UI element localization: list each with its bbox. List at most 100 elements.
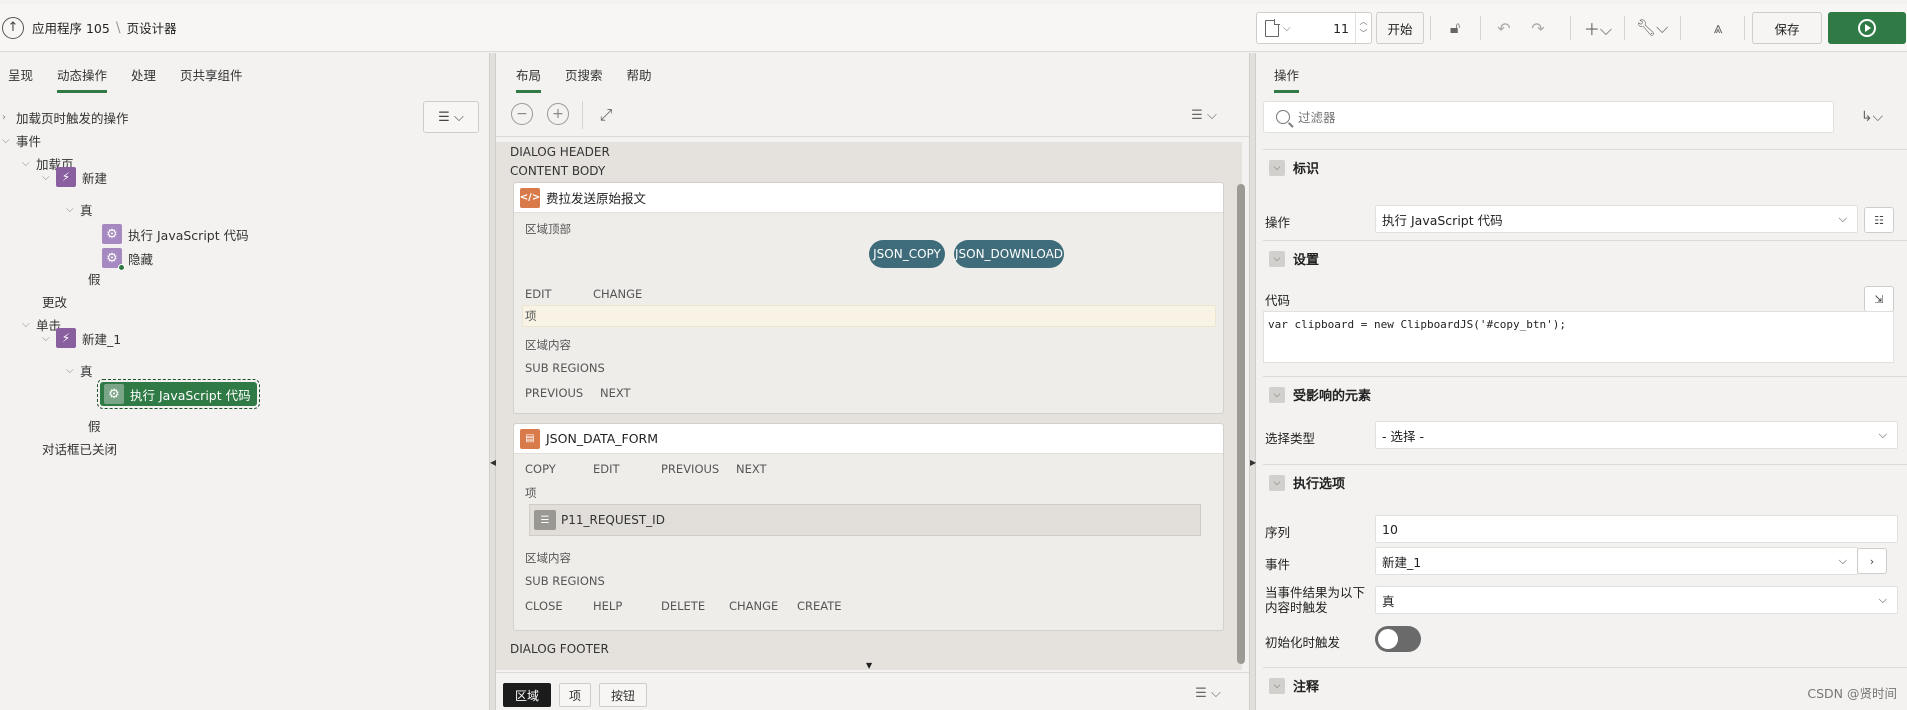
page-number-input[interactable]: 11 — [1333, 21, 1349, 36]
region-raw-message[interactable]: </> 费拉发送原始报文 区域顶部 JSON_COPY JSON_DOWNLOA… — [513, 182, 1224, 414]
gear-icon: ⚙ — [102, 248, 125, 271]
tree-node-action-js-selected[interactable]: ⚙ 执行 JavaScript 代码 — [97, 379, 260, 409]
sub-regions-label: SUB REGIONS — [525, 574, 605, 588]
tree-node-true-2[interactable]: ⌵ 真 — [66, 359, 93, 381]
tree-node-on-load-actions[interactable]: › 加载页时触发的操作 — [2, 106, 129, 128]
chevron-down-icon[interactable]: ⌵ — [42, 172, 56, 183]
fire-when-label: 当事件结果为以下 内容时触发 — [1265, 585, 1366, 615]
left-splitter[interactable]: ◀ — [489, 53, 496, 710]
chevron-down-icon: ⌵ — [1878, 593, 1887, 606]
tree-menu-button[interactable]: ☰ ⌵ — [423, 101, 479, 133]
tree-node-da-new[interactable]: ⌵ ⚡︎ 新建 — [42, 164, 107, 190]
section-execution-options[interactable]: ⌵ 执行选项 — [1263, 464, 1907, 500]
action-select[interactable]: 执行 JavaScript 代码 ⌵ — [1375, 205, 1858, 233]
tab-rendering[interactable]: 呈现 — [8, 65, 33, 93]
fire-on-init-toggle[interactable] — [1375, 626, 1421, 652]
chevron-down-icon[interactable]: ⌵ — [66, 365, 80, 376]
tree-node-da-new-1[interactable]: ⌵ ⚡︎ 新建_1 — [42, 325, 121, 351]
collapse-icon[interactable]: ⌵ — [1269, 159, 1285, 176]
tab-items[interactable]: 项 — [559, 683, 591, 707]
sequence-input[interactable]: 10 — [1375, 515, 1898, 543]
tab-processing[interactable]: 处理 — [131, 65, 156, 93]
tab-dynamic-actions[interactable]: 动态操作 — [57, 65, 108, 93]
collapse-icon[interactable]: ⌵ — [1269, 386, 1285, 403]
tree-node-false-2[interactable]: 假 — [88, 414, 101, 436]
tab-layout[interactable]: 布局 — [516, 65, 542, 93]
chevron-down-icon[interactable]: ⌵ — [66, 204, 80, 215]
code-editor[interactable]: var clipboard = new ClipboardJS('#copy_b… — [1263, 311, 1894, 363]
breadcrumb-app[interactable]: 应用程序 105 — [32, 18, 110, 37]
chevron-down-icon[interactable]: ⌵ — [2, 135, 16, 146]
up-arrow-icon[interactable]: ↑ — [2, 16, 24, 39]
go-button[interactable]: 开始 — [1376, 12, 1424, 44]
tree-node-dialog-closed[interactable]: 对话框已关闭 — [42, 437, 117, 459]
tab-buttons[interactable]: 按钮 — [599, 683, 647, 707]
redo-icon[interactable]: ↷ — [1524, 12, 1552, 44]
canvas-scrollbar[interactable] — [1237, 184, 1245, 664]
chevron-right-icon[interactable]: › — [1857, 548, 1887, 574]
section-identification[interactable]: ⌵ 标识 — [1263, 149, 1907, 185]
zoom-out-icon[interactable]: − — [511, 103, 533, 125]
chevron-down-icon[interactable]: ⌵ — [22, 158, 36, 169]
tab-shared-components[interactable]: 页共享组件 — [180, 65, 243, 93]
dialog-header-label: DIALOG HEADER — [510, 145, 610, 159]
selection-type-select[interactable]: - 选择 - ⌵ — [1375, 421, 1898, 449]
chevron-down-icon[interactable]: ⌵ — [1283, 23, 1291, 34]
section-settings[interactable]: ⌵ 设置 — [1263, 240, 1907, 276]
tree-node-change[interactable]: 更改 — [42, 290, 67, 312]
shared-components-icon[interactable]: ⩓ — [1704, 12, 1732, 44]
layout-canvas: DIALOG HEADER CONTENT BODY </> 费拉发送原始报文 … — [496, 142, 1242, 670]
item-p11-request-id[interactable]: ☰ P11_REQUEST_ID — [529, 504, 1201, 536]
region-content-label: 区域内容 — [525, 551, 571, 565]
items-drop-zone[interactable] — [522, 305, 1216, 327]
collapse-icon[interactable]: ⌵ — [1269, 677, 1285, 694]
json-download-button[interactable]: JSON_DOWNLOAD — [954, 240, 1064, 268]
right-splitter[interactable]: ▶ — [1249, 53, 1256, 710]
code-editor-icon[interactable]: ⇲ — [1864, 286, 1894, 312]
fire-when-select[interactable]: 真 ⌵ — [1375, 586, 1898, 614]
expand-icon[interactable]: ⤢ — [595, 99, 617, 131]
collapse-icon[interactable]: ⌵ — [1269, 474, 1285, 491]
lock-icon[interactable]: 🔓︎ — [1440, 12, 1470, 44]
selection-type-label: 选择类型 — [1265, 431, 1316, 446]
collapse-down-icon[interactable]: ▼ — [866, 661, 872, 670]
create-position: CREATE — [797, 599, 842, 613]
play-icon — [1858, 19, 1876, 37]
go-to-group-icon[interactable]: ↳⌵ — [1852, 101, 1892, 133]
wrench-icon[interactable]: 🔧︎⌵ — [1634, 12, 1670, 44]
region-title: JSON_DATA_FORM — [546, 431, 659, 446]
tree-node-action-js[interactable]: ⚙ 执行 JavaScript 代码 — [102, 221, 249, 247]
event-select[interactable]: 新建_1 ⌵ — [1375, 547, 1858, 575]
tab-help[interactable]: 帮助 — [627, 65, 652, 93]
property-editor: 操作 ↳⌵ ⌵标识 操作 执行 JavaScript 代码⌵ ☷ ⌵设置 代码 … — [1256, 53, 1907, 710]
gallery-menu-icon[interactable]: ☰ ⌵ — [1190, 681, 1226, 705]
region-json-data-form[interactable]: ▤ JSON_DATA_FORM COPY EDIT PREVIOUS NEXT… — [513, 423, 1224, 631]
layout-menu-icon[interactable]: ☰ ⌵ — [1186, 99, 1222, 131]
section-affected-elements[interactable]: ⌵ 受影响的元素 — [1263, 376, 1907, 412]
json-copy-button[interactable]: JSON_COPY — [869, 240, 945, 268]
chevron-down-icon[interactable]: ⌵ — [42, 333, 56, 344]
tab-regions[interactable]: 区域 — [503, 683, 551, 707]
list-icon[interactable]: ☷ — [1864, 207, 1894, 233]
region-header: ▤ JSON_DATA_FORM — [514, 424, 1223, 454]
filter-box[interactable] — [1263, 101, 1834, 133]
tab-action[interactable]: 操作 — [1274, 65, 1300, 93]
tree-node-true[interactable]: ⌵ 真 — [66, 198, 93, 220]
undo-icon[interactable]: ↶ — [1490, 12, 1518, 44]
add-menu-icon[interactable]: ＋⌵ — [1580, 12, 1616, 44]
page-stepper[interactable]: ︿ ﹀ — [1355, 13, 1371, 43]
page-selector[interactable]: ⌵ 11 ︿ ﹀ — [1256, 12, 1372, 44]
chevron-right-icon[interactable]: › — [2, 112, 16, 123]
filter-input[interactable] — [1298, 109, 1778, 125]
save-button[interactable]: 保存 — [1752, 12, 1822, 44]
collapse-icon[interactable]: ⌵ — [1269, 250, 1285, 267]
chevron-down-icon: ⌵ — [1838, 554, 1847, 567]
zoom-in-icon[interactable]: + — [547, 103, 569, 125]
tree-node-action-hide[interactable]: ⚙ 隐藏 — [102, 245, 153, 271]
tree-node-false[interactable]: 假 — [88, 267, 101, 289]
chevron-down-icon[interactable]: ⌵ — [22, 319, 36, 330]
page-icon — [1265, 19, 1280, 37]
tab-page-search[interactable]: 页搜索 — [565, 65, 603, 93]
tree-node-events[interactable]: ⌵ 事件 — [2, 129, 41, 151]
run-button[interactable] — [1828, 12, 1906, 44]
